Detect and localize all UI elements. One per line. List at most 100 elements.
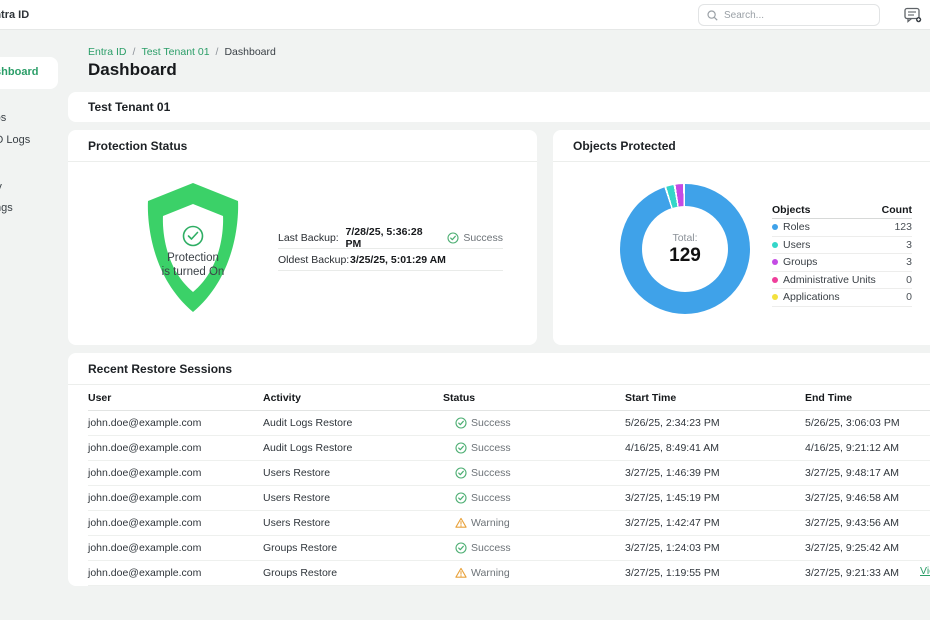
legend-header: Objects Count bbox=[772, 202, 912, 219]
sidebar-item-activity[interactable]: Activity bbox=[0, 181, 2, 193]
sidebar-item-dashboard[interactable]: Dashboard bbox=[0, 66, 38, 78]
table-row[interactable]: john.doe@example.comUsers Restore Success… bbox=[88, 461, 930, 486]
warning-icon bbox=[455, 567, 467, 579]
backup-details: Last Backup:7/28/25, 5:36:28 PM Success Ol… bbox=[278, 227, 503, 271]
table-row[interactable]: john.doe@example.comAudit Logs RestoreSu… bbox=[88, 411, 930, 436]
cell-end-time: 3/27/25, 9:21:33 AM bbox=[805, 567, 930, 579]
backup-row: Oldest Backup:3/25/25, 5:01:29 AM bbox=[278, 249, 503, 271]
view-all-link[interactable]: View All bbox=[920, 565, 930, 577]
status-badge: Success bbox=[455, 442, 511, 454]
cell-status: Success bbox=[443, 467, 625, 479]
sidebar-item-entra-id-logs[interactable]: Entra ID Logs bbox=[0, 134, 30, 146]
legend-color-dot bbox=[772, 277, 778, 283]
cell-start-time: 5/26/25, 2:34:23 PM bbox=[625, 417, 805, 429]
backup-value: 7/28/25, 5:36:28 PM bbox=[346, 226, 436, 250]
legend-color-dot bbox=[772, 259, 778, 265]
app-logo: Entra ID bbox=[0, 9, 29, 21]
cell-activity: Users Restore bbox=[263, 517, 443, 529]
status-badge: Success bbox=[447, 232, 503, 244]
cell-user: john.doe@example.com bbox=[88, 467, 263, 479]
table-row[interactable]: john.doe@example.comAudit Logs RestoreSu… bbox=[88, 436, 930, 461]
cell-end-time: 3/27/25, 9:25:42 AM bbox=[805, 542, 930, 554]
cell-status: Success bbox=[443, 542, 625, 554]
cell-end-time: 5/26/25, 3:06:03 PM bbox=[805, 417, 930, 429]
success-icon bbox=[447, 232, 459, 244]
recent-restore-sessions-card: Recent Restore Sessions UserActivityStat… bbox=[68, 353, 930, 586]
cell-end-time: 3/27/25, 9:46:58 AM bbox=[805, 492, 930, 504]
cell-activity: Users Restore bbox=[263, 467, 443, 479]
protection-status-card: Protection Status Protection is turned O… bbox=[68, 130, 537, 345]
table-row[interactable]: john.doe@example.comUsers Restore Warning… bbox=[88, 511, 930, 536]
breadcrumb-item-2[interactable]: Test Tenant 01 bbox=[141, 46, 209, 58]
legend-label: Applications bbox=[783, 291, 840, 303]
objects-protected-card: Objects Protected Total: 129 Objects Cou… bbox=[553, 130, 930, 345]
tenant-name: Test Tenant 01 bbox=[68, 92, 930, 122]
legend-name: Applications bbox=[772, 291, 840, 303]
cell-status: Success bbox=[443, 417, 625, 429]
objects-donut-chart: Total: 129 bbox=[620, 184, 750, 314]
status-badge: Success bbox=[455, 467, 511, 479]
breadcrumb-separator: / bbox=[133, 46, 136, 58]
success-icon bbox=[455, 417, 467, 429]
cell-status: Success bbox=[443, 492, 625, 504]
legend-color-dot bbox=[772, 294, 778, 300]
column-header-end-time: End Time bbox=[805, 392, 930, 404]
shield-text-line2: is turned On bbox=[162, 266, 225, 278]
legend-name: Administrative Units bbox=[772, 274, 876, 286]
cell-user: john.doe@example.com bbox=[88, 542, 263, 554]
backup-label: Last Backup: bbox=[278, 232, 346, 244]
status-text: Success bbox=[471, 442, 511, 454]
status-text: Success bbox=[471, 492, 511, 504]
column-header-start-time: Start Time bbox=[625, 392, 805, 404]
legend-header-objects: Objects bbox=[772, 204, 811, 216]
cell-user: john.doe@example.com bbox=[88, 492, 263, 504]
donut-total-value: 129 bbox=[669, 245, 701, 267]
success-icon bbox=[455, 492, 467, 504]
table-row[interactable]: john.doe@example.comGroups RestoreWarnin… bbox=[88, 561, 930, 586]
cell-user: john.doe@example.com bbox=[88, 417, 263, 429]
cell-end-time: 3/27/25, 9:43:56 AM bbox=[805, 517, 930, 529]
cell-activity: Groups Restore bbox=[263, 567, 443, 579]
cell-activity: Audit Logs Restore bbox=[263, 442, 443, 454]
legend-count: 123 bbox=[894, 221, 912, 233]
cell-end-time: 3/27/25, 9:48:17 AM bbox=[805, 467, 930, 479]
status-badge: Warning bbox=[455, 517, 510, 529]
legend-color-dot bbox=[772, 224, 778, 230]
success-icon bbox=[455, 442, 467, 454]
cell-activity: Users Restore bbox=[263, 492, 443, 504]
shield-text-line1: Protection bbox=[167, 252, 219, 264]
status-badge: Success bbox=[455, 417, 511, 429]
status-text: Success bbox=[471, 417, 511, 429]
legend-header-count: Count bbox=[882, 204, 912, 216]
donut-total-label: Total: bbox=[672, 232, 697, 244]
cell-status: Warning bbox=[443, 567, 625, 579]
sidebar-item-settings[interactable]: Settings bbox=[0, 202, 13, 214]
tenant-card: Test Tenant 01 bbox=[68, 92, 930, 122]
search-box[interactable] bbox=[698, 4, 880, 26]
column-header-user: User bbox=[88, 392, 263, 404]
sidebar-item-backups[interactable]: Backups bbox=[0, 112, 6, 124]
cell-status: Success bbox=[443, 442, 625, 454]
success-icon bbox=[455, 467, 467, 479]
status-text: Warning bbox=[471, 567, 510, 579]
status-badge: Warning bbox=[455, 567, 510, 579]
legend-row: Users3 bbox=[772, 237, 912, 255]
legend-name: Groups bbox=[772, 256, 817, 268]
cell-user: john.doe@example.com bbox=[88, 517, 263, 529]
legend-row: Groups3 bbox=[772, 254, 912, 272]
objects-protected-title: Objects Protected bbox=[553, 130, 930, 162]
cell-start-time: 4/16/25, 8:49:41 AM bbox=[625, 442, 805, 454]
table-row[interactable]: john.doe@example.comUsers Restore Success… bbox=[88, 486, 930, 511]
column-header-activity: Activity bbox=[263, 392, 443, 404]
cell-end-time: 4/16/25, 9:21:12 AM bbox=[805, 442, 930, 454]
page-title: Dashboard bbox=[88, 60, 177, 80]
restore-sessions-table: UserActivityStatusStart TimeEnd Time joh… bbox=[88, 385, 930, 586]
table-row[interactable]: john.doe@example.comGroups RestoreSucces… bbox=[88, 536, 930, 561]
success-icon bbox=[455, 542, 467, 554]
breadcrumb-item-1[interactable]: Entra ID bbox=[88, 46, 127, 58]
objects-legend: Objects Count Roles123Users3Groups3Admin… bbox=[772, 202, 912, 307]
legend-label: Administrative Units bbox=[783, 274, 876, 286]
status-text: Success bbox=[471, 467, 511, 479]
search-input[interactable] bbox=[724, 10, 871, 21]
feedback-message-icon[interactable] bbox=[904, 7, 922, 23]
